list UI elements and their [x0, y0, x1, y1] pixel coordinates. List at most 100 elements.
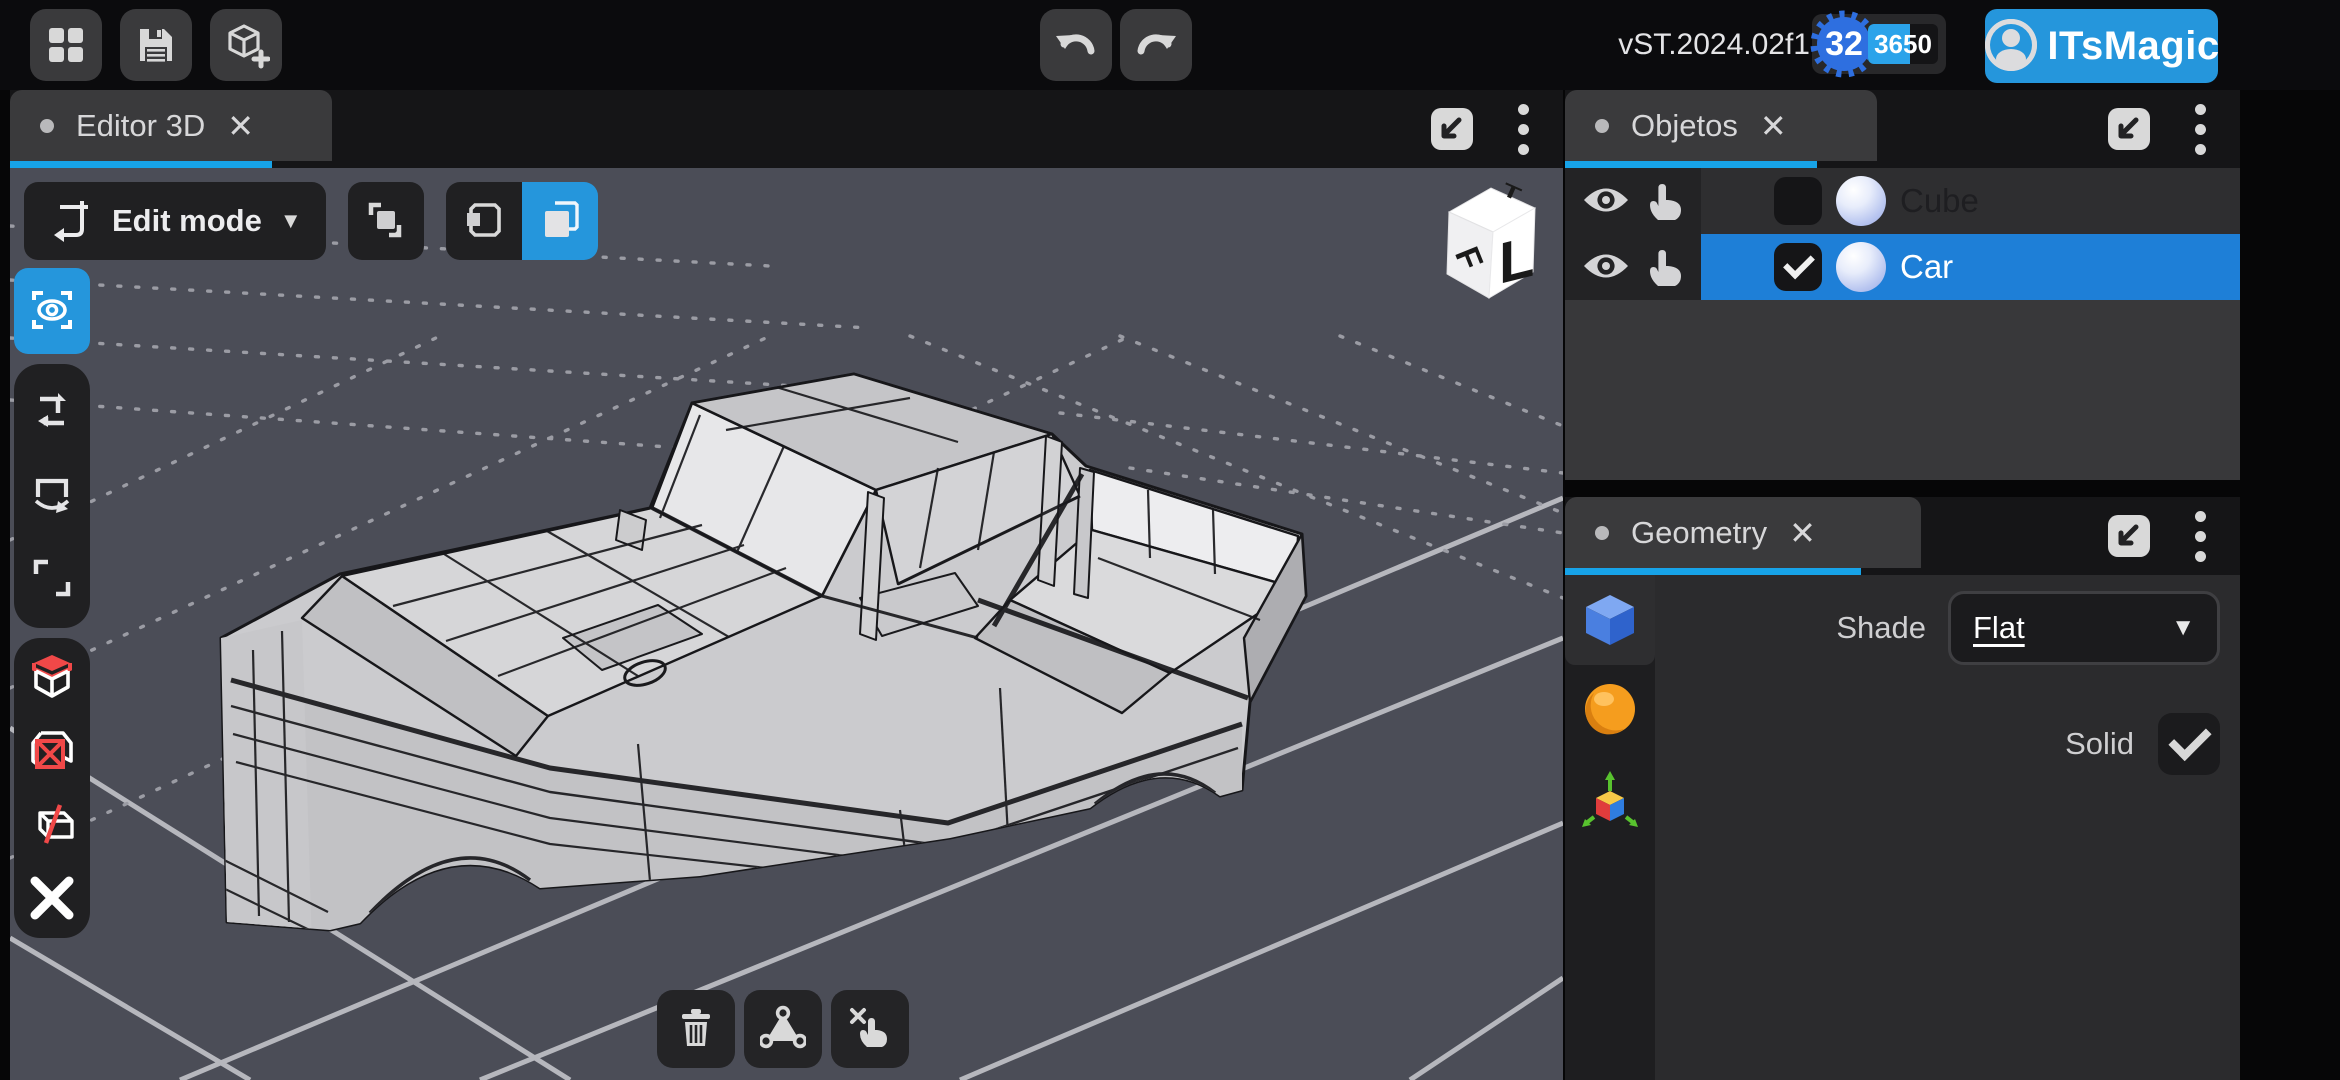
- solid-checkbox[interactable]: [2158, 713, 2220, 775]
- close-icon[interactable]: ✕: [1789, 517, 1816, 549]
- wire-select-icon: [461, 197, 507, 246]
- itsmagic-account-button[interactable]: ITsMagic: [1985, 9, 2218, 83]
- object-list-empty-area[interactable]: [1565, 300, 2240, 480]
- save-icon: [132, 21, 180, 69]
- popout-icon: [1425, 144, 1479, 159]
- face-mode-button[interactable]: [744, 990, 822, 1068]
- deselect-all-button[interactable]: [831, 990, 909, 1068]
- geometry-tabbar: Geometry ✕: [1565, 497, 2240, 575]
- touch-select-toggle[interactable]: [1646, 244, 1686, 291]
- delete-selection-button[interactable]: [14, 864, 90, 934]
- edit-mode-icon: [48, 197, 94, 246]
- trash-icon: [674, 1006, 718, 1053]
- focus-selection-icon: [363, 197, 409, 246]
- tab-modified-dot: [40, 119, 54, 133]
- touch-hand-icon: [1646, 178, 1686, 225]
- object-list: Cube: [1565, 168, 2240, 300]
- undo-button[interactable]: [1040, 9, 1112, 81]
- loop-cut-icon: [27, 799, 77, 852]
- add-object-icon: [222, 21, 270, 69]
- itsmagic-engine-screen: vST.2024.02f1 32 3650 ITsMagic: [0, 0, 2340, 1080]
- objects-panel-actions: [2102, 90, 2210, 168]
- transform-category-button[interactable]: [1565, 755, 1655, 845]
- panel-menu-button[interactable]: [1513, 100, 1533, 158]
- select-mode-solid-button[interactable]: [522, 182, 598, 260]
- tab-geometry[interactable]: Geometry ✕: [1565, 497, 1921, 568]
- tab-editor-3d[interactable]: Editor 3D ✕: [10, 90, 332, 161]
- apps-grid-button[interactable]: [30, 9, 102, 81]
- extrude-face-icon: [27, 651, 77, 704]
- viewport-3d[interactable]: T F L Edit mode ▼: [10, 168, 1563, 1080]
- object-name: Car: [1900, 248, 1953, 286]
- edit-mode-overlay: Edit mode ▼: [24, 182, 598, 260]
- object-sphere-icon: [1836, 176, 1886, 226]
- tab-active-underline: [10, 161, 272, 168]
- mesh-edit-tool-group: [14, 638, 90, 938]
- focus-selection-button[interactable]: [348, 182, 424, 260]
- add-object-button[interactable]: [210, 9, 282, 81]
- rotate-tool-button[interactable]: [14, 461, 90, 531]
- ellipsis-icon: [1518, 104, 1529, 115]
- tab-active-underline: [1565, 568, 1861, 575]
- loop-cut-button[interactable]: [14, 790, 90, 860]
- geometry-panel-actions: [2102, 497, 2210, 575]
- touch-select-toggle[interactable]: [1646, 178, 1686, 225]
- popout-icon: [2102, 551, 2156, 566]
- editor-3d-panel: Editor 3D ✕: [10, 90, 1563, 1080]
- shade-value: Flat: [1973, 610, 2025, 646]
- move-tool-button[interactable]: [14, 378, 90, 448]
- tab-objetos[interactable]: Objetos ✕: [1565, 90, 1877, 161]
- engine-version: vST.2024.02f1: [1570, 0, 1810, 90]
- object-row-car[interactable]: Car: [1565, 234, 2240, 300]
- panel-menu-button[interactable]: [2190, 100, 2210, 158]
- object-checkbox[interactable]: [1774, 177, 1822, 225]
- tab-modified-dot: [1595, 526, 1609, 540]
- visibility-toggle[interactable]: [1580, 249, 1632, 286]
- deselect-hand-icon: [847, 1005, 893, 1054]
- object-row-cube[interactable]: Cube: [1565, 168, 2240, 234]
- editor-panel-actions: [1425, 90, 1533, 168]
- geometry-category-strip: [1565, 575, 1655, 1080]
- select-mode-wire-button[interactable]: [446, 182, 522, 260]
- mesh-cube-icon: [1578, 587, 1642, 654]
- redo-button[interactable]: [1120, 9, 1192, 81]
- extrude-face-button[interactable]: [14, 642, 90, 712]
- visibility-toggle[interactable]: [1580, 183, 1632, 220]
- object-name: Cube: [1900, 182, 1979, 220]
- inset-face-button[interactable]: [14, 716, 90, 786]
- xp-value: 3650: [1868, 24, 1938, 64]
- delete-vertices-button[interactable]: [657, 990, 735, 1068]
- edit-mode-label: Edit mode: [112, 203, 262, 239]
- brand-label: ITsMagic: [2047, 24, 2219, 69]
- undo-icon: [1052, 21, 1100, 69]
- save-button[interactable]: [120, 9, 192, 81]
- level-xp-badge[interactable]: 32 3650: [1812, 14, 1946, 74]
- close-icon[interactable]: ✕: [227, 110, 254, 142]
- scene-render: [10, 168, 1563, 1080]
- geometry-panel: Geometry ✕: [1565, 497, 2240, 1080]
- tab-label: Objetos: [1631, 108, 1738, 144]
- objects-panel: Objetos ✕: [1565, 90, 2240, 480]
- popout-panel-button[interactable]: [2102, 102, 2156, 156]
- view-select-tool-button[interactable]: [14, 268, 90, 354]
- editor-tabbar: Editor 3D ✕: [10, 90, 1563, 168]
- close-icon[interactable]: ✕: [1760, 110, 1787, 142]
- solid-setting-row: Solid: [2065, 713, 2220, 775]
- orientation-nav-cube[interactable]: T F L: [1427, 172, 1553, 306]
- edit-mode-dropdown[interactable]: Edit mode ▼: [24, 182, 326, 260]
- object-checkbox[interactable]: [1774, 243, 1822, 291]
- shade-dropdown[interactable]: Flat ▼: [1948, 591, 2220, 665]
- material-category-button[interactable]: [1565, 665, 1655, 755]
- scale-tool-button[interactable]: [14, 545, 90, 615]
- ellipsis-icon: [2195, 511, 2206, 522]
- select-eye-icon: [27, 285, 77, 338]
- mesh-category-button[interactable]: [1565, 575, 1655, 665]
- panel-menu-button[interactable]: [2190, 507, 2210, 565]
- shade-setting-row: Shade Flat ▼: [1655, 588, 2220, 668]
- touch-hand-icon: [1646, 244, 1686, 291]
- popout-panel-button[interactable]: [2102, 509, 2156, 563]
- popout-panel-button[interactable]: [1425, 102, 1479, 156]
- topbar: vST.2024.02f1 32 3650 ITsMagic: [0, 0, 2340, 90]
- tab-active-underline: [1565, 161, 1817, 168]
- mesh-action-bar: [657, 990, 909, 1068]
